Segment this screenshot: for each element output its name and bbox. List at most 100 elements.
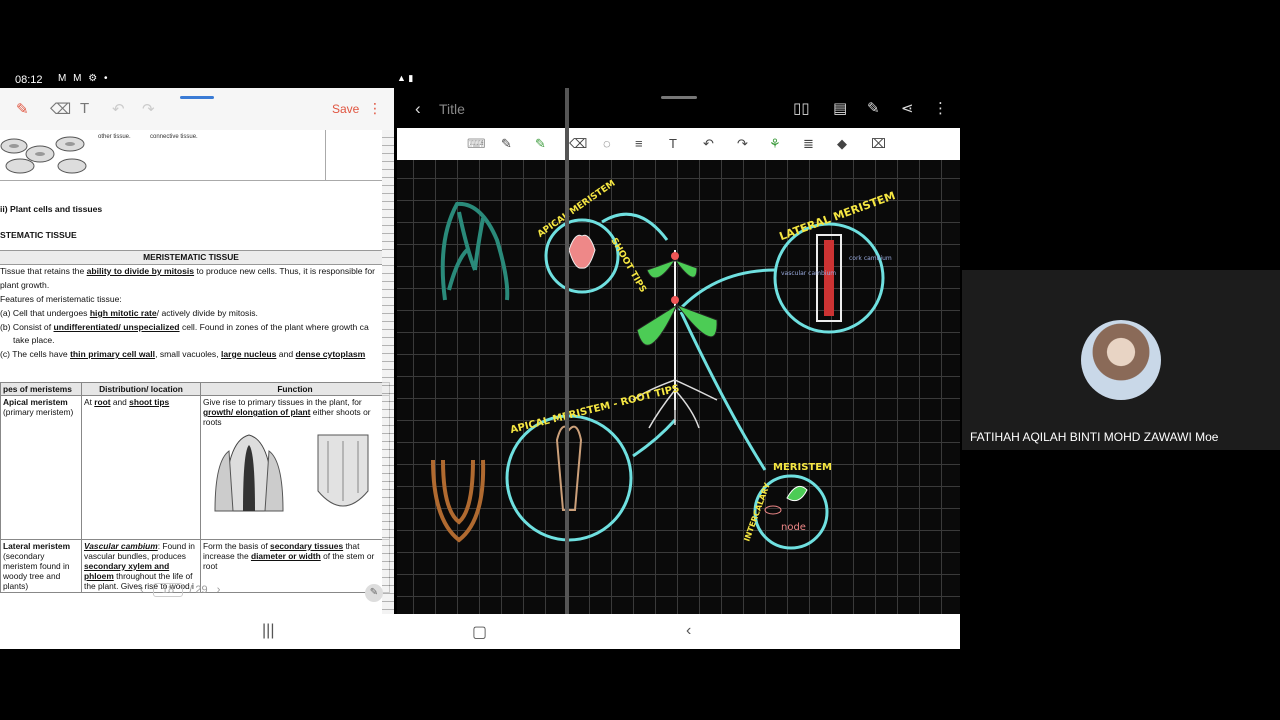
- node-dot: [671, 252, 679, 260]
- back-arrow-icon[interactable]: ‹: [415, 99, 421, 119]
- book-view-icon[interactable]: ▯▯: [793, 99, 810, 117]
- table-cell: Form the basis of secondary tissues that…: [200, 539, 390, 593]
- save-button[interactable]: Save: [332, 102, 359, 116]
- note-title[interactable]: Title: [439, 101, 465, 117]
- page-list-icon[interactable]: ▤: [833, 99, 847, 117]
- share-icon[interactable]: ⋖: [901, 99, 914, 117]
- participant-tile: FATIHAH AQILAH BINTI MOHD ZAWAWI Moe: [962, 270, 1280, 450]
- redo-icon[interactable]: ↷: [142, 100, 155, 118]
- leaf: [636, 303, 718, 346]
- text-align-icon[interactable]: ≡: [635, 136, 643, 151]
- table-title: MERISTEMATIC TISSUE: [0, 250, 382, 265]
- read-only-icon[interactable]: ⌧: [871, 136, 886, 152]
- label-cork: cork cambium: [849, 255, 892, 262]
- more-options-icon[interactable]: ⋮: [368, 100, 382, 117]
- drawing-toolbar: ⌨ ✎ ✎ ⌫ ◌ ≡ T ↶ ↷ ⚘ ≣ ◆ ⌧: [397, 128, 960, 160]
- drag-handle[interactable]: [661, 96, 697, 99]
- divider: [0, 180, 382, 181]
- page-total: / 29: [189, 584, 208, 596]
- attach-icon[interactable]: ✎: [867, 99, 880, 117]
- ink-effect-icon[interactable]: ⚘: [769, 136, 781, 152]
- list-item: (a) Cell that undergoes high mitotic rat…: [0, 308, 258, 318]
- page-navigator: ‹ 18 / 29 ›: [140, 583, 220, 599]
- label-intercalary: INTERCALARY: [742, 482, 772, 543]
- divider: [325, 130, 326, 180]
- leaf: [646, 258, 698, 279]
- stem-section-vascular: [824, 240, 834, 316]
- list-item: take place.: [13, 335, 55, 345]
- column-header: pes of meristems: [0, 382, 82, 396]
- node-dot: [671, 296, 679, 304]
- edit-pdf-icon[interactable]: ✎: [365, 584, 383, 602]
- label-meristem: MERISTEM: [773, 462, 832, 473]
- label-vascular: vascular cambium: [781, 270, 836, 277]
- table-cell: At root and shoot tips: [81, 395, 201, 540]
- system-navigation-bar: ||| ▢ ‹: [0, 614, 960, 649]
- avatar: [1081, 320, 1161, 400]
- label-node: node: [781, 522, 806, 533]
- tablet-screen: 08:12 M M ⚙ • ▲ ▮ ✎ ⌫ T ↶ ↷ Save ⋮ other…: [0, 72, 960, 649]
- document-toolbar: ✎ ⌫ T ↶ ↷ Save ⋮: [0, 88, 394, 130]
- meristem-table: pes of meristems Distribution/ location …: [0, 382, 390, 593]
- leaf: [786, 485, 808, 502]
- node-detail: [764, 505, 782, 515]
- table-cell: Apical meristem (primary meristem): [0, 395, 82, 540]
- label-shoot-tips: SHOOT TIPS: [608, 237, 647, 295]
- highlighter-icon[interactable]: ✎: [535, 136, 546, 152]
- paragraph-line: plant growth.: [0, 280, 50, 290]
- paragraph-line: Tissue that retains the ability to divid…: [0, 266, 375, 276]
- label-root-tips: APICAL MERISTEM - ROOT TIPS: [509, 383, 680, 436]
- redo-icon[interactable]: ↷: [737, 136, 748, 152]
- section-heading: ii) Plant cells and tissues: [0, 204, 103, 214]
- drawing-canvas[interactable]: APICAL MERISTEM SHOOT TIPS LATERAL MERIS…: [397, 160, 960, 614]
- right-pane-notes: ‹ Title ▯▯ ▤ ✎ ⋖ ⋮ ⌨ ✎ ✎ ⌫ ◌ ≡ T ↶ ↷ ⚘ ≣…: [397, 88, 960, 614]
- prev-page-icon[interactable]: ‹: [140, 584, 144, 596]
- caption-text: connective tissue.: [150, 134, 198, 140]
- lasso-icon[interactable]: ◌: [603, 136, 611, 151]
- split-view-divider[interactable]: [565, 88, 569, 614]
- back-icon[interactable]: ‹: [686, 622, 691, 640]
- column-header: Distribution/ location: [81, 382, 201, 396]
- more-options-icon[interactable]: ⋮: [933, 99, 948, 117]
- status-time: 08:12: [15, 74, 43, 86]
- label-apical: APICAL MERISTEM: [536, 179, 618, 240]
- column-header: Function: [200, 382, 390, 396]
- table-cell: Give rise to primary tissues in the plan…: [200, 395, 390, 540]
- arrow: [632, 418, 677, 458]
- root-cap-sketch: [431, 459, 486, 543]
- subsection-heading: STEMATIC TISSUE: [0, 230, 77, 240]
- keyboard-icon[interactable]: ⌨: [467, 136, 486, 152]
- text-tool-icon[interactable]: T: [80, 100, 89, 117]
- notification-icons: M M ⚙ •: [58, 73, 110, 84]
- pen-icon[interactable]: ✎: [501, 136, 512, 152]
- drag-handle[interactable]: [180, 96, 214, 99]
- recent-apps-icon[interactable]: |||: [262, 622, 274, 640]
- undo-icon[interactable]: ↶: [112, 100, 125, 118]
- meristem-diagram: [214, 434, 369, 512]
- eraser-icon[interactable]: ⌫: [50, 100, 71, 118]
- status-bar: 08:12 M M ⚙ • ▲ ▮: [0, 72, 960, 599]
- table-cell: Lateral meristem (secondary meristem foun…: [0, 539, 82, 593]
- scroll-ruler[interactable]: [382, 130, 394, 614]
- undo-icon[interactable]: ↶: [703, 136, 714, 152]
- notes-header: ‹ Title ▯▯ ▤ ✎ ⋖ ⋮: [397, 88, 960, 128]
- cells-illustration: [0, 136, 87, 174]
- format-icon[interactable]: ≣: [803, 136, 814, 152]
- list-item: (c) The cells have thin primary cell wal…: [0, 349, 366, 359]
- color-fill-icon[interactable]: ◆: [837, 136, 847, 152]
- home-icon[interactable]: ▢: [472, 622, 487, 642]
- root-tip-circle: [505, 414, 633, 542]
- document-page: other tissue. connective tissue. ii) Pla…: [0, 130, 390, 614]
- left-pane-document-viewer: ✎ ⌫ T ↶ ↷ Save ⋮ other tissue. connectiv…: [0, 88, 394, 614]
- pen-tool-icon[interactable]: ✎: [16, 100, 29, 118]
- next-page-icon[interactable]: ›: [217, 584, 221, 596]
- caption-text: other tissue.: [98, 134, 131, 140]
- participant-name: FATIHAH AQILAH BINTI MOHD ZAWAWI Moe: [970, 430, 1219, 444]
- eraser-icon[interactable]: ⌫: [569, 136, 587, 152]
- apex-detail: [568, 234, 596, 269]
- meristem-drawing: APICAL MERISTEM SHOOT TIPS LATERAL MERIS…: [431, 179, 897, 550]
- paragraph-line: Features of meristematic tissue:: [0, 294, 122, 304]
- page-number-input[interactable]: 18: [152, 583, 184, 597]
- shoot-tip-sketch: [440, 201, 510, 301]
- text-tool-icon[interactable]: T: [669, 136, 677, 151]
